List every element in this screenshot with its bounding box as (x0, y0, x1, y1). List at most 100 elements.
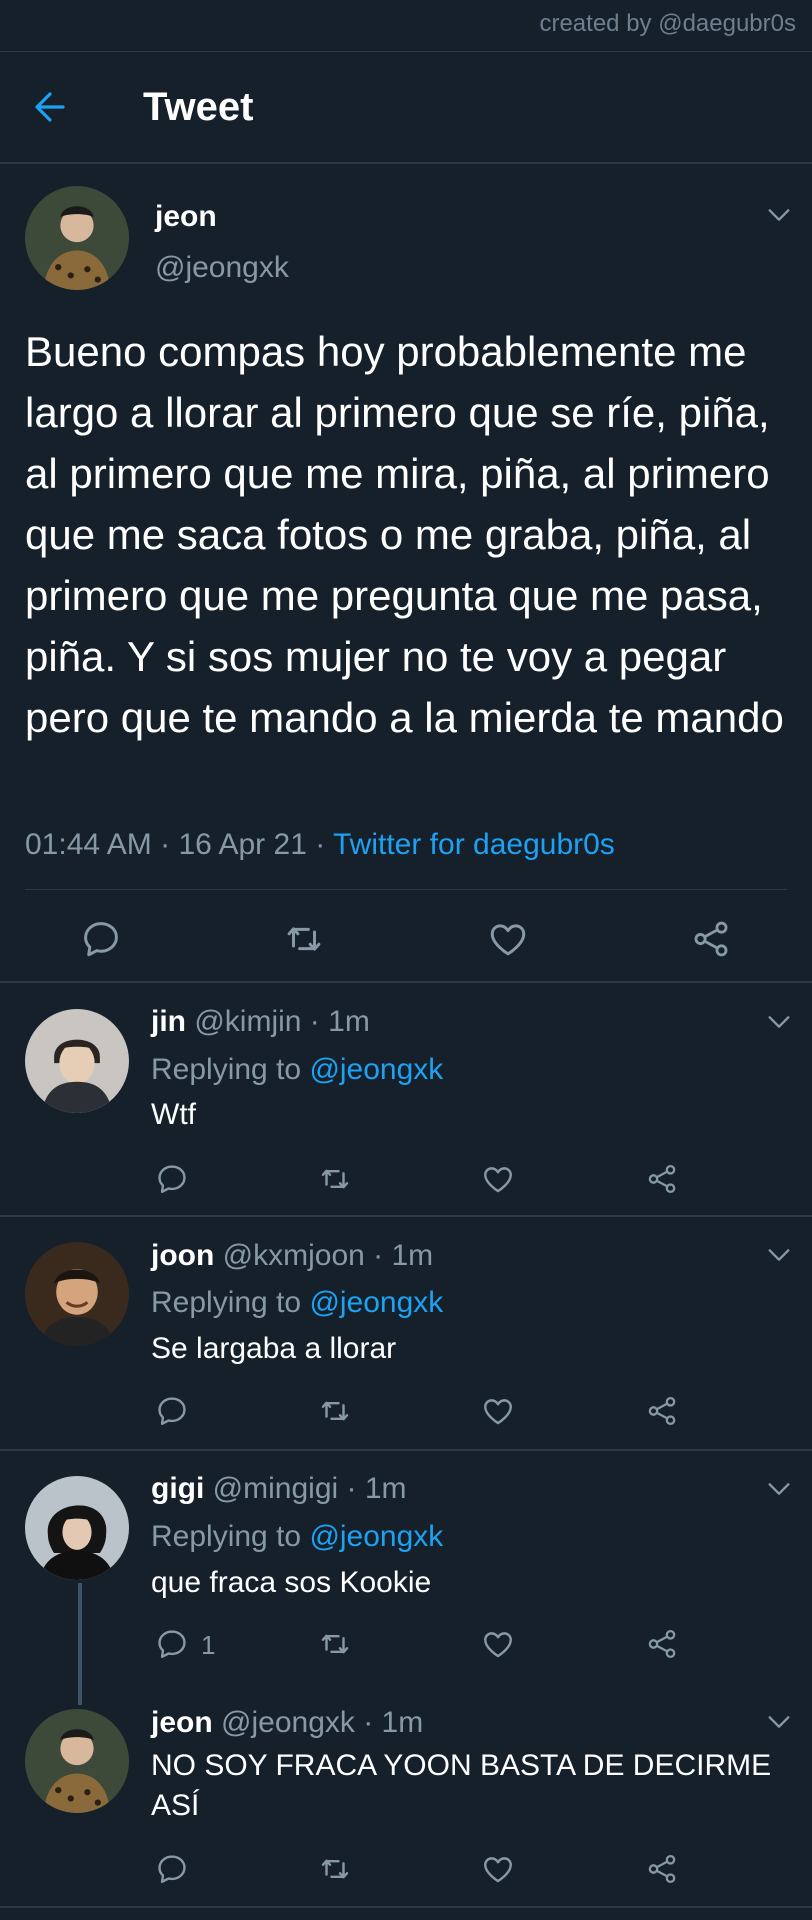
like-icon (481, 1394, 515, 1428)
replying-to-label: Replying to (151, 1286, 302, 1319)
reply-header: jin @kimjin · 1m (151, 1005, 370, 1038)
tweet-time: 01:44 AM (25, 828, 152, 861)
chevron-down-icon (765, 1712, 793, 1732)
replying-to-mention[interactable]: @jeongxk (309, 1520, 443, 1553)
tweet-author-handle[interactable]: @jeongxk (155, 248, 289, 288)
share-button[interactable] (645, 1627, 679, 1661)
replying-to-mention[interactable]: @jeongxk (309, 1053, 443, 1086)
reply-icon (155, 1852, 189, 1886)
thread-line (78, 1583, 82, 1705)
reply-author-name[interactable]: gigi (151, 1472, 204, 1505)
like-button[interactable] (481, 1162, 515, 1196)
reply-menu-button[interactable] (765, 1712, 793, 1732)
reply-menu-button[interactable] (765, 1245, 793, 1265)
replying-to-label: Replying to (151, 1053, 302, 1086)
reply-header: jeon @jeongxk · 1m (151, 1706, 424, 1739)
reply-icon (155, 1162, 189, 1196)
reply-menu-button[interactable] (765, 1479, 793, 1499)
retweet-button[interactable] (318, 1394, 352, 1428)
reply-header: joon @kxmjoon · 1m (151, 1239, 434, 1272)
reply-menu-button[interactable] (765, 1012, 793, 1032)
reply-text: Wtf (151, 1098, 196, 1131)
tweet-meta: 01:44 AM · 16 Apr 21 · Twitter for daegu… (25, 828, 615, 861)
share-icon (645, 1394, 679, 1428)
like-button[interactable] (481, 1852, 515, 1886)
avatar[interactable] (25, 186, 129, 290)
reply-header: gigi @mingigi · 1m (151, 1472, 407, 1505)
reply-author-name[interactable]: joon (151, 1239, 214, 1272)
retweet-button[interactable] (318, 1627, 352, 1661)
reply-text: NO SOY FRACA YOON BASTA DE DECIRME ASÍ (151, 1749, 772, 1822)
share-icon (645, 1627, 679, 1661)
retweet-icon (318, 1162, 352, 1196)
like-button[interactable] (487, 918, 529, 960)
share-icon (690, 918, 732, 960)
chevron-down-icon (765, 1245, 793, 1265)
tweet-menu-button[interactable] (765, 205, 793, 225)
reply-button[interactable] (155, 1394, 189, 1428)
reply-icon (155, 1394, 189, 1428)
tweet-header: Tweet (0, 52, 812, 164)
reply-text: Se largaba a llorar (151, 1332, 397, 1365)
share-button[interactable] (645, 1394, 679, 1428)
avatar[interactable] (25, 1009, 129, 1113)
replying-to-mention[interactable]: @jeongxk (309, 1286, 443, 1319)
like-button[interactable] (481, 1627, 515, 1661)
back-arrow-icon (35, 92, 65, 122)
tweet-source[interactable]: Twitter for daegubr0s (333, 828, 615, 861)
reply-button[interactable] (155, 1627, 189, 1661)
reply-author-handle[interactable]: @kimjin (194, 1005, 301, 1038)
chevron-down-icon (765, 205, 793, 225)
reply-time: 1m (381, 1706, 424, 1739)
reply-count: 1 (201, 1630, 216, 1660)
share-button[interactable] (645, 1162, 679, 1196)
reply-button[interactable] (155, 1162, 189, 1196)
retweet-icon (318, 1627, 352, 1661)
share-button[interactable] (690, 918, 732, 960)
retweet-button[interactable] (318, 1852, 352, 1886)
retweet-icon (283, 918, 325, 960)
chevron-down-icon (765, 1479, 793, 1499)
reply-icon (80, 918, 122, 960)
reply-button[interactable] (80, 918, 122, 960)
back-button[interactable] (30, 86, 80, 128)
like-icon (481, 1852, 515, 1886)
share-icon (645, 1852, 679, 1886)
like-icon (481, 1627, 515, 1661)
retweet-button[interactable] (318, 1162, 352, 1196)
tweet-text: Bueno compas hoy probablemente me largo … (25, 328, 784, 741)
reply-text: que fraca sos Kookie (151, 1566, 432, 1599)
reply-author-handle[interactable]: @kxmjoon (223, 1239, 365, 1272)
share-button[interactable] (645, 1852, 679, 1886)
like-icon (487, 918, 529, 960)
tweet-divider (25, 889, 787, 890)
retweet-icon (318, 1852, 352, 1886)
avatar[interactable] (25, 1476, 129, 1580)
like-button[interactable] (481, 1394, 515, 1428)
header-title: Tweet (143, 85, 254, 129)
section-divider (0, 1449, 812, 1451)
reply-author-handle[interactable]: @jeongxk (221, 1706, 355, 1739)
replying-to: Replying to @jeongxk (151, 1517, 443, 1557)
reply-time: 1m (328, 1005, 370, 1038)
retweet-icon (318, 1394, 352, 1428)
like-icon (481, 1162, 515, 1196)
creator-credit: created by @daegubr0s (539, 10, 796, 37)
avatar[interactable] (25, 1242, 129, 1346)
chevron-down-icon (765, 1012, 793, 1032)
replying-to-label: Replying to (151, 1520, 302, 1553)
tweet-date: 16 Apr 21 (178, 828, 307, 861)
section-divider (0, 1906, 812, 1908)
reply-button[interactable] (155, 1852, 189, 1886)
section-divider (0, 981, 812, 983)
retweet-button[interactable] (283, 918, 325, 960)
reply-author-handle[interactable]: @mingigi (213, 1472, 339, 1505)
reply-author-name[interactable]: jeon (151, 1706, 213, 1739)
reply-author-name[interactable]: jin (151, 1005, 186, 1038)
share-icon (645, 1162, 679, 1196)
tweet-author-name[interactable]: jeon (155, 197, 217, 237)
reply-icon (155, 1627, 189, 1661)
avatar[interactable] (25, 1709, 129, 1813)
replying-to: Replying to @jeongxk (151, 1050, 443, 1090)
replying-to: Replying to @jeongxk (151, 1283, 443, 1323)
